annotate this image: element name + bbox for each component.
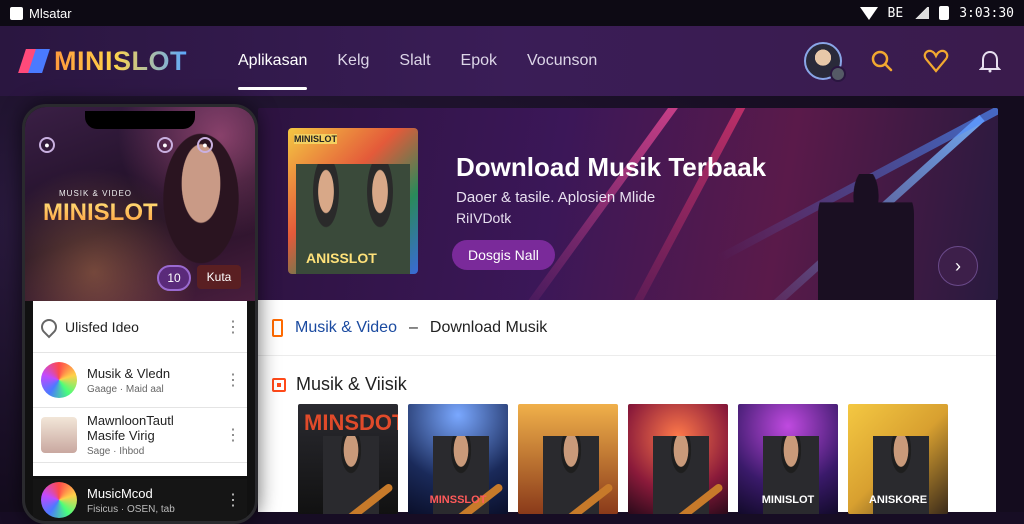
list-item-title: Musik & Vledn (87, 365, 171, 381)
item-thumbnail (41, 362, 77, 398)
app-logo-icon (10, 6, 23, 20)
wifi-icon (859, 6, 878, 20)
nav-actions (804, 42, 1004, 82)
list-item-title: MusicMcod (87, 485, 153, 501)
album-art[interactable]: MINISLOT ANISSLOT (288, 128, 418, 274)
more-options-icon[interactable]: ⋮ (225, 317, 241, 337)
list-item-subtitle: Sage · Ihbod (87, 446, 145, 457)
music-card[interactable] (518, 404, 618, 514)
breadcrumb-separator: – (408, 318, 418, 336)
list-item[interactable]: Musik & Vledn Gaage · Maid aal ⋮ (33, 353, 247, 408)
bell-icon[interactable] (976, 47, 1004, 75)
record-icon[interactable]: ● (157, 137, 173, 153)
list-item-title-2: Masife Virig (87, 428, 155, 443)
list-item-subtitle: Fisicus · OSEN, tab (87, 503, 175, 515)
phone-mockup: ● ● ● MUSIK & VIDEO MINISLOT 10 Kuta Uli… (22, 104, 258, 524)
music-card-row: MINSDOT MINSSLOT MINISLOT ANISKORE (298, 404, 948, 514)
nav-link-vocunson[interactable]: Vocunson (512, 26, 612, 96)
card-title: MINSDOT (304, 410, 398, 435)
signal-icon (913, 7, 930, 19)
hero-banner: MINISLOT ANISSLOT Download Musik Terbaak… (258, 108, 998, 300)
status-left: Mlsatar (10, 6, 72, 21)
card-label: ANISKORE (868, 494, 928, 506)
more-options-icon[interactable]: ⋮ (225, 370, 241, 390)
list-header-title: Ulisfed Ideo (65, 318, 139, 335)
card-label: MINSSLOT (429, 494, 487, 506)
status-right: BE 3:03:30 (859, 5, 1014, 21)
music-card[interactable]: MINISLOT (738, 404, 838, 514)
list-item-text: Musik & Vledn Gaage · Maid aal (87, 366, 225, 395)
phone-icon (272, 318, 283, 337)
status-time: 3:03:30 (959, 5, 1014, 21)
singer-image (153, 131, 249, 281)
status-bar: Mlsatar BE 3:03:30 (0, 0, 1024, 26)
banner-subtitle-2: RiIVDotk (456, 210, 512, 226)
phone-list: Ulisfed Ideo ⋮ Musik & Vledn Gaage · Mai… (33, 301, 247, 476)
brand-mark-icon (18, 47, 50, 75)
heart-icon[interactable] (922, 47, 950, 75)
status-indicators: BE (887, 5, 904, 21)
music-card[interactable]: MINSSLOT (408, 404, 508, 514)
item-thumbnail (41, 417, 77, 453)
album-art-top-text: MINISLOT (294, 134, 337, 144)
top-navigation: MINISLOT Aplikasan Kelg Slalt Epok Vocun… (0, 26, 1024, 96)
item-thumbnail (41, 482, 77, 518)
breadcrumb: Musik & Video – Download Musik (258, 300, 996, 356)
phone-notch (85, 111, 195, 129)
list-item-subtitle: Gaage · Maid aal (87, 383, 164, 395)
nav-link-epok[interactable]: Epok (446, 26, 512, 96)
performer-silhouette (818, 174, 914, 300)
list-item[interactable]: MawnloonTautl Masife Virig Sage · Ihbod … (33, 408, 247, 463)
brand-logo[interactable]: MINISLOT (18, 45, 187, 77)
battery-icon (939, 6, 950, 20)
profile-icon[interactable]: ● (39, 137, 55, 153)
chevron-right-icon: › (955, 255, 961, 276)
banner-title: Download Musik Terbaak (456, 152, 767, 182)
list-item[interactable]: MusicMcod Fisicus · OSEN, tab ⋮ (33, 479, 247, 521)
play-button[interactable]: 10 (157, 265, 191, 291)
nav-link-slalt[interactable]: Slalt (384, 26, 445, 96)
section-title: Musik & Viisik (296, 374, 407, 394)
content-panel: Musik & Video – Download Musik Musik & V… (258, 300, 996, 514)
new-button[interactable]: Kuta (197, 265, 241, 289)
music-card[interactable]: MINSDOT (298, 404, 398, 514)
list-header: Ulisfed Ideo ⋮ (33, 301, 247, 353)
phone-hero: ● ● ● MUSIK & VIDEO MINISLOT 10 Kuta (25, 107, 255, 301)
more-options-icon[interactable]: ⋮ (225, 490, 241, 510)
hero-overtitle: MUSIK & VIDEO (59, 189, 133, 198)
breadcrumb-musik-video[interactable]: Musik & Video (295, 319, 397, 337)
breadcrumb-download-musik[interactable]: Download Musik (430, 319, 547, 337)
location-icon (37, 315, 61, 338)
music-card[interactable] (628, 404, 728, 514)
more-options-icon[interactable]: ⋮ (225, 425, 241, 445)
next-slide-button[interactable]: › (938, 246, 978, 286)
search-icon[interactable] (868, 47, 896, 75)
nav-links: Aplikasan Kelg Slalt Epok Vocunson (223, 26, 612, 96)
card-label: MINISLOT (761, 494, 815, 506)
nav-link-aplikasan[interactable]: Aplikasan (223, 26, 322, 96)
banner-subtitle: Daoer & tasile. Aplosien Mlide (456, 189, 656, 206)
music-card[interactable]: ANISKORE (848, 404, 948, 514)
album-art-bottom-text: ANISSLOT (306, 250, 377, 266)
avatar-badge-icon (830, 66, 846, 82)
user-avatar[interactable] (804, 42, 846, 82)
status-app-label: Mlsatar (29, 5, 72, 21)
list-item-title: MawnloonTautl (87, 413, 174, 428)
list-item-text: MawnloonTautl Masife Virig Sage · Ihbod (87, 413, 225, 457)
settings-icon[interactable]: ● (197, 137, 213, 153)
section-icon (272, 377, 286, 392)
hero-brand: MINISLOT (43, 199, 158, 226)
list-item-text: MusicMcod Fisicus · OSEN, tab (87, 486, 225, 515)
banner-cta-button[interactable]: Dosgis Nall (452, 240, 555, 270)
nav-link-kelg[interactable]: Kelg (322, 26, 384, 96)
brand-name: MINISLOT (54, 45, 187, 76)
section-header: Musik & Viisik (258, 356, 996, 403)
